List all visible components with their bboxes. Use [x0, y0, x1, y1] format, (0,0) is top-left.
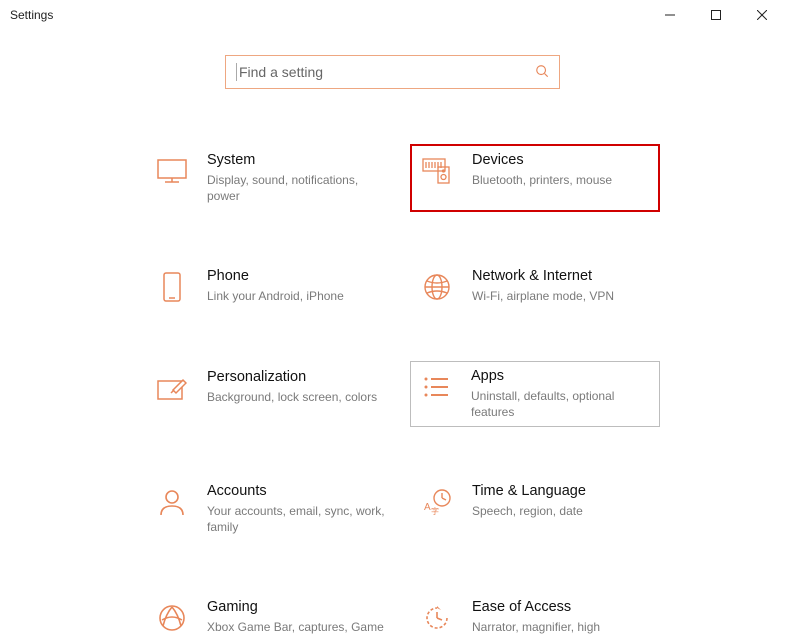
accounts-icon — [155, 485, 189, 519]
window-controls — [647, 0, 785, 30]
tile-title: Network & Internet — [472, 268, 650, 284]
search-icon — [535, 64, 549, 81]
tile-apps[interactable]: Apps Uninstall, defaults, optional featu… — [410, 361, 660, 427]
tile-time-language[interactable]: A字 Time & Language Speech, region, date — [410, 475, 660, 543]
tile-network[interactable]: Network & Internet Wi-Fi, airplane mode,… — [410, 260, 660, 312]
tile-title: Time & Language — [472, 483, 650, 499]
time-language-icon: A字 — [420, 485, 454, 519]
svg-text:字: 字 — [431, 506, 439, 516]
tile-desc: Display, sound, notifications, power — [207, 172, 385, 204]
tile-title: Devices — [472, 152, 650, 168]
tile-desc: Wi-Fi, airplane mode, VPN — [472, 288, 650, 304]
tile-title: Ease of Access — [472, 599, 650, 615]
search-box[interactable] — [225, 55, 560, 89]
close-button[interactable] — [739, 0, 785, 30]
text-caret — [236, 63, 237, 81]
tile-desc: Background, lock screen, colors — [207, 389, 385, 405]
tile-ease-of-access[interactable]: Ease of Access Narrator, magnifier, high — [410, 591, 660, 643]
minimize-icon — [665, 10, 675, 20]
tile-devices[interactable]: Devices Bluetooth, printers, mouse — [410, 144, 660, 212]
tile-desc: Narrator, magnifier, high — [472, 619, 650, 635]
close-icon — [757, 10, 767, 20]
system-icon — [155, 154, 189, 188]
tile-title: Personalization — [207, 369, 385, 385]
tile-desc: Bluetooth, printers, mouse — [472, 172, 650, 188]
tile-title: System — [207, 152, 385, 168]
tile-accounts[interactable]: Accounts Your accounts, email, sync, wor… — [145, 475, 395, 543]
tile-title: Phone — [207, 268, 385, 284]
tile-desc: Xbox Game Bar, captures, Game — [207, 619, 385, 635]
settings-grid: System Display, sound, notifications, po… — [145, 144, 785, 644]
globe-icon — [420, 270, 454, 304]
minimize-button[interactable] — [647, 0, 693, 30]
tile-desc: Link your Android, iPhone — [207, 288, 385, 304]
tile-title: Gaming — [207, 599, 385, 615]
search-wrap — [0, 55, 785, 89]
gaming-icon — [155, 601, 189, 635]
tile-system[interactable]: System Display, sound, notifications, po… — [145, 144, 395, 212]
tile-personalization[interactable]: Personalization Background, lock screen,… — [145, 361, 395, 427]
tile-title: Apps — [471, 368, 651, 384]
maximize-button[interactable] — [693, 0, 739, 30]
tile-desc: Speech, region, date — [472, 503, 650, 519]
maximize-icon — [711, 10, 721, 20]
window-title: Settings — [10, 8, 53, 22]
svg-text:A: A — [424, 502, 431, 513]
devices-icon — [420, 154, 454, 188]
tile-gaming[interactable]: Gaming Xbox Game Bar, captures, Game — [145, 591, 395, 643]
ease-of-access-icon — [420, 601, 454, 635]
tile-desc: Your accounts, email, sync, work, family — [207, 503, 385, 535]
tile-desc: Uninstall, defaults, optional features — [471, 388, 651, 420]
phone-icon — [155, 270, 189, 304]
tile-phone[interactable]: Phone Link your Android, iPhone — [145, 260, 395, 312]
titlebar: Settings — [0, 0, 785, 30]
tile-title: Accounts — [207, 483, 385, 499]
apps-icon — [419, 370, 453, 404]
content-area: System Display, sound, notifications, po… — [0, 30, 785, 644]
personalization-icon — [155, 371, 189, 405]
search-input[interactable] — [239, 64, 549, 80]
